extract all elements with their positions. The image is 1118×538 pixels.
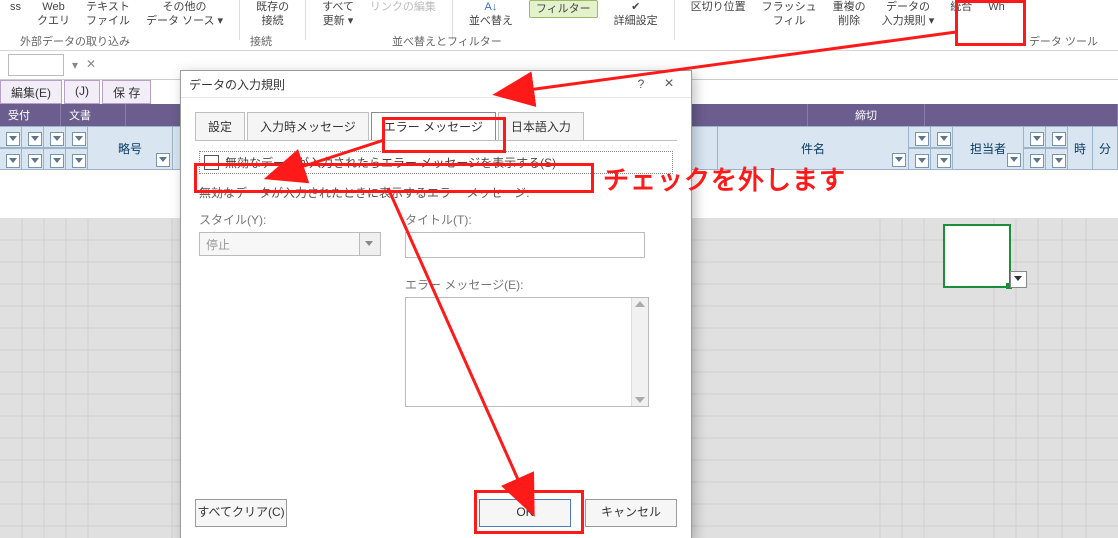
rib-edit-links: リンクの編集 — [366, 0, 440, 14]
filter-drop-icon[interactable] — [50, 132, 64, 146]
rib-consolidate[interactable]: 統合 — [946, 0, 976, 14]
rib-access[interactable]: ss — [6, 0, 25, 14]
rib-other-sources[interactable]: その他のデータ ソース ▾ — [142, 0, 227, 28]
filter-drop-icon[interactable] — [28, 132, 42, 146]
rib-web-query[interactable]: Webクエリ — [33, 0, 74, 28]
filter-drop-icon[interactable] — [915, 132, 929, 146]
dialog-title: データの入力規則 — [189, 76, 285, 93]
data-validation-dialog: データの入力規則 ? × 設定 入力時メッセージ エラー メッセージ 日本語入力… — [180, 70, 692, 538]
rib-filter[interactable]: フィルター — [525, 0, 602, 18]
active-cell[interactable] — [943, 224, 1011, 288]
filter-drop-icon[interactable] — [937, 132, 951, 146]
rib-whatif[interactable]: Wh — [984, 0, 1009, 14]
section-uketuke: 受付 — [0, 104, 61, 126]
filter-drop-icon[interactable] — [1052, 132, 1066, 146]
tab-settings[interactable]: 設定 — [195, 112, 245, 140]
tb-edit[interactable]: 編集(E) — [0, 80, 62, 104]
section-bunsho: 文書 — [61, 104, 126, 126]
col-hour: 時 — [1074, 140, 1086, 157]
cancel-button[interactable]: キャンセル — [585, 499, 677, 527]
filter-drop-icon[interactable] — [915, 154, 929, 168]
filter-drop-icon[interactable] — [156, 153, 170, 167]
message-textarea[interactable] — [405, 297, 649, 407]
filter-drop-icon[interactable] — [937, 154, 951, 168]
ribbon-group-labels: 外部データの取り込み 接続 並べ替えとフィルター データ ツール — [0, 32, 1118, 50]
col-ryakugo: 略号 — [118, 140, 142, 157]
show-error-checkbox-label: 無効なデータが入力されたらエラー メッセージを表示する(S) — [225, 154, 556, 171]
filter-drop-icon[interactable] — [1007, 153, 1021, 167]
rib-refresh-all[interactable]: すべて更新 ▾ — [318, 0, 358, 28]
ok-button[interactable]: OK — [479, 499, 571, 527]
scrollbar[interactable] — [631, 298, 648, 406]
namebox-dropdown-icon[interactable]: ▾ — [72, 58, 78, 72]
filter-drop-icon[interactable] — [28, 154, 42, 168]
filter-drop-icon[interactable] — [72, 154, 86, 168]
tab-input-message[interactable]: 入力時メッセージ — [247, 112, 369, 140]
filter-drop-icon[interactable] — [1030, 154, 1044, 168]
title-label: タイトル(T): — [405, 211, 649, 228]
filter-drop-icon[interactable] — [72, 132, 86, 146]
rib-text-file[interactable]: テキストファイル — [82, 0, 134, 28]
dialog-help-button[interactable]: ? — [627, 77, 655, 91]
ribbon: ss Webクエリ テキストファイル その他のデータ ソース ▾ 既存の接続 す… — [0, 0, 1118, 32]
col-min: 分 — [1099, 140, 1111, 157]
filter-drop-icon[interactable] — [6, 132, 20, 146]
show-error-checkbox[interactable] — [204, 155, 219, 170]
validation-dropdown-icon[interactable] — [1010, 271, 1027, 288]
title-input[interactable] — [405, 232, 645, 258]
filter-drop-icon[interactable] — [892, 153, 906, 167]
dialog-close-button[interactable]: × — [655, 75, 683, 93]
clear-all-button[interactable]: すべてクリア(C) — [195, 499, 287, 527]
tab-error-message[interactable]: エラー メッセージ — [371, 112, 496, 140]
section-deadline: 締切 — [808, 104, 925, 126]
tab-ime[interactable]: 日本語入力 — [498, 112, 584, 140]
tb-j[interactable]: (J) — [64, 80, 100, 104]
combo-dropdown-icon[interactable] — [359, 233, 380, 255]
rib-advanced[interactable]: ✔詳細設定 — [610, 0, 662, 28]
section-label: 無効なデータが入力されたときに表示するエラー メッセージ: — [199, 184, 673, 201]
col-kenmei: 件名 — [801, 140, 825, 157]
filter-drop-icon[interactable] — [1052, 154, 1066, 168]
filter-drop-icon[interactable] — [1030, 132, 1044, 146]
rib-remove-dup[interactable]: 重複の削除 — [829, 0, 870, 28]
cancel-icon[interactable]: ✕ — [86, 57, 102, 73]
filter-drop-icon[interactable] — [6, 154, 20, 168]
style-value: 停止 — [200, 233, 359, 255]
name-box[interactable] — [8, 54, 64, 76]
rib-existing-conn[interactable]: 既存の接続 — [252, 0, 293, 28]
rib-text-to-cols[interactable]: 区切り位置 — [687, 0, 750, 14]
message-label: エラー メッセージ(E): — [405, 276, 649, 293]
filter-drop-icon[interactable] — [50, 154, 64, 168]
tb-save[interactable]: 保 存 — [102, 80, 151, 104]
rib-data-validation[interactable]: データの入力規則 ▾ — [878, 0, 939, 28]
rib-flash-fill[interactable]: フラッシュフィル — [758, 0, 821, 28]
style-label: スタイル(Y): — [199, 211, 381, 228]
rib-sort[interactable]: A↓並べ替え — [465, 0, 517, 28]
style-combo[interactable]: 停止 — [199, 232, 381, 256]
col-tantou: 担当者 — [970, 140, 1006, 157]
